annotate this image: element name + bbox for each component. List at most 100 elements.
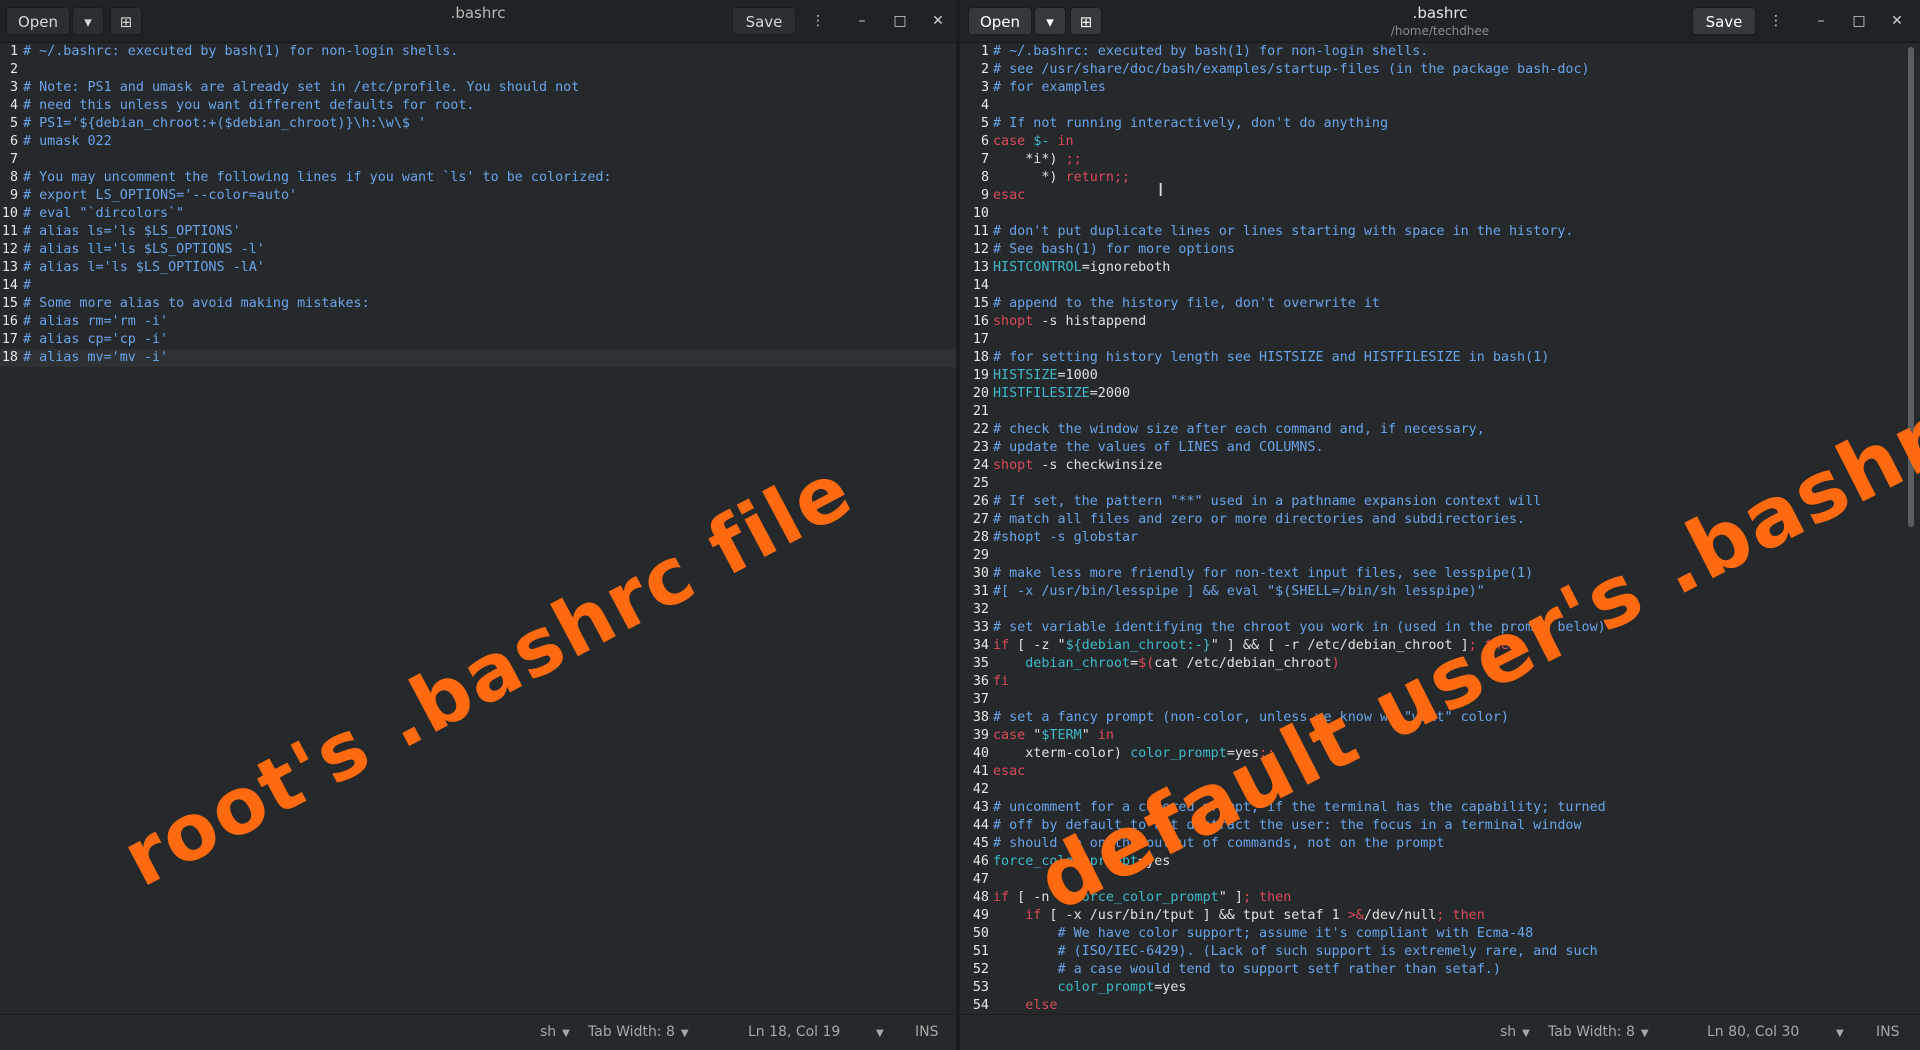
maximize-icon[interactable]: □	[1849, 11, 1869, 31]
code-line[interactable]: 30 # make less more friendly for non-text…	[960, 565, 1920, 583]
code-line[interactable]: 45 # should be on the output of commands,…	[960, 835, 1920, 853]
code-line[interactable]: 18 # for setting history length see HISTS…	[960, 349, 1920, 367]
code-line[interactable]: 42	[960, 781, 1920, 799]
vertical-scrollbar[interactable]	[1908, 47, 1914, 527]
code-line[interactable]: 19 HISTSIZE=1000	[960, 367, 1920, 385]
code-line[interactable]: 8 # You may uncomment the following lines…	[0, 169, 956, 187]
code-line[interactable]: 47	[960, 871, 1920, 889]
code-line[interactable]: 14 #	[0, 277, 956, 295]
minimize-icon[interactable]: –	[852, 11, 872, 31]
code-line[interactable]: 18 # alias mv='mv -i'	[0, 349, 956, 367]
code-line[interactable]: 2	[0, 61, 956, 79]
maximize-icon[interactable]: □	[890, 11, 910, 31]
tab-width-selector[interactable]: Tab Width: 8 ▼	[588, 1024, 689, 1040]
code-line[interactable]: 16 shopt -s histappend	[960, 313, 1920, 331]
code-line[interactable]: 33 # set variable identifying the chroot …	[960, 619, 1920, 637]
code-line[interactable]: 4 # need this unless you want different d…	[0, 97, 956, 115]
code-line[interactable]: 31 #[ -x /usr/bin/lesspipe ] && eval "$(S…	[960, 583, 1920, 601]
code-line[interactable]: 22 # check the window size after each com…	[960, 421, 1920, 439]
code-line[interactable]: 36 fi	[960, 673, 1920, 691]
code-line[interactable]: 4	[960, 97, 1920, 115]
code-line[interactable]: 10 # eval "`dircolors`"	[0, 205, 956, 223]
code-line[interactable]: 25	[960, 475, 1920, 493]
code-line[interactable]: 11 # don't put duplicate lines or lines s…	[960, 223, 1920, 241]
position-dropdown[interactable]: ▼	[1830, 1024, 1844, 1040]
code-line[interactable]: 17 # alias cp='cp -i'	[0, 331, 956, 349]
cursor-position[interactable]: Ln 80, Col 30	[1707, 1024, 1799, 1040]
code-line[interactable]: 46 force_color_prompt=yes	[960, 853, 1920, 871]
code-text: HISTFILESIZE=2000	[993, 386, 1130, 401]
code-line[interactable]: 24 shopt -s checkwinsize	[960, 457, 1920, 475]
line-number: 23	[972, 440, 989, 455]
code-line[interactable]: 38 # set a fancy prompt (non-color, unles…	[960, 709, 1920, 727]
code-line[interactable]: 28 #shopt -s globstar	[960, 529, 1920, 547]
code-line[interactable]: 7	[0, 151, 956, 169]
code-line[interactable]: 7 *i*) ;;	[960, 151, 1920, 169]
code-line[interactable]: 27 # match all files and zero or more dir…	[960, 511, 1920, 529]
code-token: # If not running interactively, don't do…	[993, 116, 1389, 131]
code-line[interactable]: 1 # ~/.bashrc: executed by bash(1) for no…	[0, 43, 956, 61]
code-line[interactable]: 2 # see /usr/share/doc/bash/examples/star…	[960, 61, 1920, 79]
code-line[interactable]: 51 # (ISO/IEC-6429). (Lack of such suppo…	[960, 943, 1920, 961]
code-line[interactable]: 20 HISTFILESIZE=2000	[960, 385, 1920, 403]
save-button[interactable]: Save	[1692, 7, 1756, 35]
code-line[interactable]: 34 if [ -z "${debian_chroot:-}" ] && [ -r…	[960, 637, 1920, 655]
code-line[interactable]: 12 # alias ll='ls $LS_OPTIONS -l'	[0, 241, 956, 259]
menu-icon[interactable]: ⋮	[808, 11, 828, 31]
minimize-icon[interactable]: –	[1811, 11, 1831, 31]
code-line[interactable]: 41 esac	[960, 763, 1920, 781]
line-number: 34	[972, 638, 989, 653]
menu-icon[interactable]: ⋮	[1766, 11, 1786, 31]
code-line[interactable]: 50 # We have color support; assume it's …	[960, 925, 1920, 943]
line-number: 53	[972, 980, 989, 995]
code-line[interactable]: 16 # alias rm='rm -i'	[0, 313, 956, 331]
code-line[interactable]: 39 case "$TERM" in	[960, 727, 1920, 745]
code-line[interactable]: 54 else	[960, 997, 1920, 1015]
close-icon[interactable]: ✕	[928, 11, 948, 31]
code-line[interactable]: 9 # export LS_OPTIONS='--color=auto'	[0, 187, 956, 205]
tab-width-selector[interactable]: Tab Width: 8 ▼	[1548, 1024, 1649, 1040]
code-line[interactable]: 52 # a case would tend to support setf r…	[960, 961, 1920, 979]
code-line[interactable]: 23 # update the values of LINES and COLUM…	[960, 439, 1920, 457]
code-line[interactable]: 44 # off by default to not distract the u…	[960, 817, 1920, 835]
code-line[interactable]: 3 # Note: PS1 and umask are already set i…	[0, 79, 956, 97]
text-editor[interactable]: 1 # ~/.bashrc: executed by bash(1) for no…	[960, 43, 1920, 1031]
titlebar: Open ▾ ⊞ .bashrc Save ⋮ – □ ✕	[0, 0, 956, 43]
code-line[interactable]: 17	[960, 331, 1920, 349]
code-line[interactable]: 35 debian_chroot=$(cat /etc/debian_chroo…	[960, 655, 1920, 673]
code-line[interactable]: 15 # append to the history file, don't ov…	[960, 295, 1920, 313]
code-line[interactable]: 48 if [ -n "$force_color_prompt" ]; then	[960, 889, 1920, 907]
text-editor[interactable]: 1 # ~/.bashrc: executed by bash(1) for no…	[0, 43, 956, 1015]
code-line[interactable]: 3 # for examples	[960, 79, 1920, 97]
code-line[interactable]: 43 # uncomment for a colored prompt, if t…	[960, 799, 1920, 817]
code-line[interactable]: 12 # See bash(1) for more options	[960, 241, 1920, 259]
code-line[interactable]: 6 # umask 022	[0, 133, 956, 151]
code-line[interactable]: 1 # ~/.bashrc: executed by bash(1) for no…	[960, 43, 1920, 61]
code-line[interactable]: 11 # alias ls='ls $LS_OPTIONS'	[0, 223, 956, 241]
code-line[interactable]: 21	[960, 403, 1920, 421]
code-line[interactable]: 26 # If set, the pattern "**" used in a p…	[960, 493, 1920, 511]
code-line[interactable]: 49 if [ -x /usr/bin/tput ] && tput setaf…	[960, 907, 1920, 925]
code-line[interactable]: 37	[960, 691, 1920, 709]
code-line[interactable]: 32	[960, 601, 1920, 619]
code-line[interactable]: 8 *) return;;	[960, 169, 1920, 187]
code-line[interactable]: 10	[960, 205, 1920, 223]
code-line[interactable]: 13 HISTCONTROL=ignoreboth	[960, 259, 1920, 277]
code-line[interactable]: 40 xterm-color) color_prompt=yes;;	[960, 745, 1920, 763]
code-line[interactable]: 29	[960, 547, 1920, 565]
code-line[interactable]: 14	[960, 277, 1920, 295]
code-line[interactable]: 15 # Some more alias to avoid making mist…	[0, 295, 956, 313]
save-button[interactable]: Save	[732, 7, 796, 35]
language-selector[interactable]: sh ▼	[540, 1024, 570, 1040]
line-number: 6	[980, 134, 989, 149]
language-selector[interactable]: sh ▼	[1500, 1024, 1530, 1040]
close-icon[interactable]: ✕	[1887, 11, 1907, 31]
code-line[interactable]: 13 # alias l='ls $LS_OPTIONS -lA'	[0, 259, 956, 277]
code-line[interactable]: 53 color_prompt=yes	[960, 979, 1920, 997]
code-line[interactable]: 6 case $- in	[960, 133, 1920, 151]
code-line[interactable]: 9 esac	[960, 187, 1920, 205]
cursor-position[interactable]: Ln 18, Col 19	[748, 1024, 840, 1040]
code-line[interactable]: 5 # PS1='${debian_chroot:+($debian_chroot…	[0, 115, 956, 133]
code-line[interactable]: 5 # If not running interactively, don't d…	[960, 115, 1920, 133]
position-dropdown[interactable]: ▼	[870, 1024, 884, 1040]
